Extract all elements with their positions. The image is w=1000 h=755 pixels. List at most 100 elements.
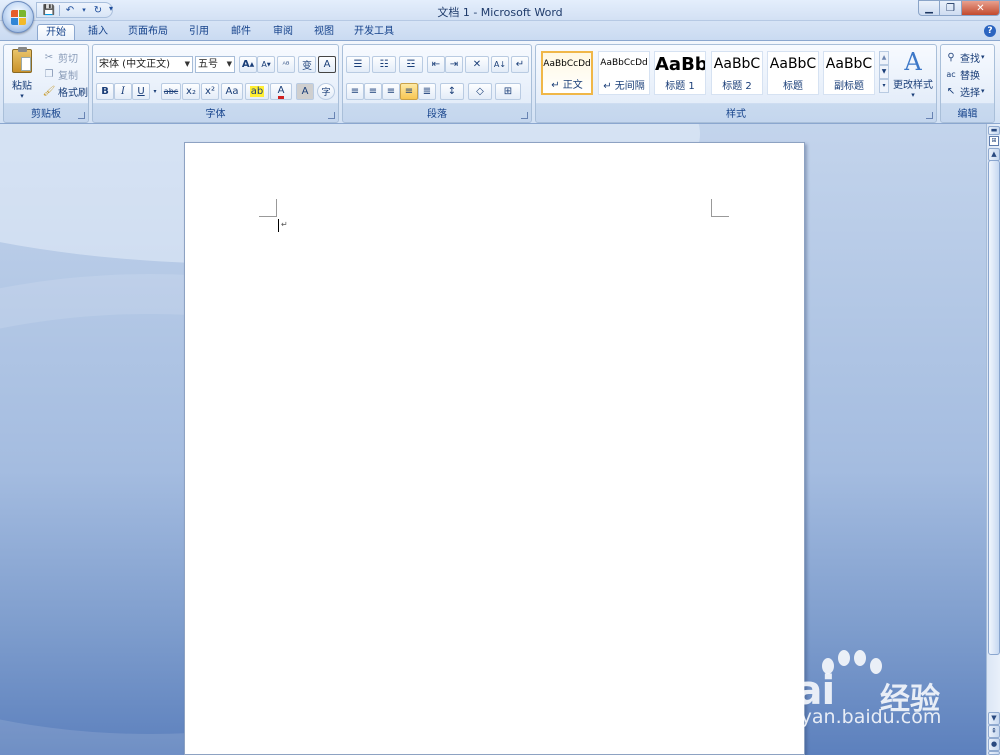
close-button[interactable]: ✕ [962,0,1000,16]
browse-object-icon[interactable]: ● [988,738,1000,751]
font-color-icon: A [277,85,285,99]
styles-group: AaBbCcDd ↵ 正文 AaBbCcDd ↵ 无间隔 AaBb 标题 1 A… [535,44,937,123]
chinese-layout-button[interactable]: ✕ [465,56,489,73]
style-name: ↵ 无间隔 [603,81,645,92]
previous-page-icon[interactable]: ⇞ [988,725,1000,738]
ruler-icon[interactable]: ⊞ [989,136,999,146]
change-case-button[interactable]: Aa [221,83,243,100]
grow-font-button[interactable]: A ▲ [239,56,257,73]
numbering-button[interactable]: ☷ [372,56,396,73]
paste-dropdown-icon[interactable]: ▾ [7,92,37,100]
underline-button[interactable]: U [132,83,150,100]
distribute-button[interactable]: ≣ [418,83,436,100]
scroll-down-icon[interactable]: ▼ [879,65,889,79]
scrollbar-thumb[interactable] [988,160,1000,655]
strikethrough-button[interactable]: abc [161,83,181,100]
multilevel-list-button[interactable]: ☲ [399,56,423,73]
font-color-button[interactable]: A [270,83,292,100]
align-right-button[interactable]: ≡ [382,83,400,100]
multilevel-list-icon: ☲ [406,59,416,70]
cut-button[interactable]: ✂ 剪切 [42,49,78,65]
borders-button[interactable]: ⊞ [495,83,521,100]
gallery-more-icon[interactable]: ▾ [879,79,889,93]
tab-references[interactable]: 引用 [180,24,218,41]
format-painter-button[interactable]: 🖌 格式刷 [42,83,88,99]
style-item-heading-1[interactable]: AaBb 标题 1 [654,51,706,95]
character-border-icon: A [323,59,331,70]
clear-format-button[interactable]: ᴬᴮ [277,56,295,73]
styles-launcher-icon[interactable] [926,112,933,119]
vertical-scrollbar[interactable]: ▬ ⊞ ▲ ▼ ⇞ ● [986,124,1000,755]
phonetic-guide-button[interactable]: 变 [298,56,316,73]
style-sample: AaBb [655,54,705,75]
style-item-title[interactable]: AaBbC 标题 [767,51,819,95]
show-marks-button[interactable]: ↵ [511,56,529,73]
highlight-button[interactable]: ab [245,83,269,100]
superscript-button[interactable]: x² [201,83,219,100]
minimize-button[interactable]: ▁ [918,0,940,16]
shrink-font-button[interactable]: A ▼ [257,56,275,73]
change-styles-label: 更改样式 [893,80,933,91]
scroll-down-icon[interactable]: ▼ [988,712,1000,725]
text-cursor [278,219,279,232]
styles-scroll: ▲ ▼ ▾ [879,51,889,95]
style-item-no-spacing[interactable]: AaBbCcDd ↵ 无间隔 [598,51,650,95]
replace-button[interactable]: ac 替换 [944,66,980,82]
office-button[interactable] [2,1,34,33]
underline-dropdown-icon[interactable]: ▾ [150,83,160,100]
bold-button[interactable]: B [96,83,114,100]
clipboard-launcher-icon[interactable] [78,112,85,119]
center-button[interactable]: ≡ [364,83,382,100]
style-item-subtitle[interactable]: AaBbC 副标题 [823,51,875,95]
cursor-icon: ↖ [946,85,956,97]
tab-home[interactable]: 开始 [37,24,75,41]
restore-button[interactable]: ❐ [940,0,962,16]
character-border-button[interactable]: A [318,56,336,73]
enclose-characters-button[interactable]: 字 [317,83,335,100]
copy-button[interactable]: ❐ 复制 [42,66,78,82]
font-name-select[interactable]: 宋体 (中文正文) ▼ [96,56,193,73]
decrease-indent-icon: ⇤ [431,59,441,70]
scroll-up-icon[interactable]: ▲ [879,51,889,65]
tab-view[interactable]: 视图 [306,24,342,41]
style-item-normal[interactable]: AaBbCcDd ↵ 正文 [541,51,593,95]
font-name-value: 宋体 (中文正文) [99,59,170,70]
copy-icon: ❐ [44,68,54,80]
increase-indent-button[interactable]: ⇥ [445,56,463,73]
help-icon[interactable]: ? [984,25,996,37]
align-left-button[interactable]: ≡ [346,83,364,100]
borders-icon: ⊞ [503,86,513,97]
document-page[interactable] [184,142,805,755]
up-arrow-icon: ▲ [249,61,255,68]
grow-font-icon: A [241,59,250,70]
decrease-indent-button[interactable]: ⇤ [427,56,445,73]
italic-icon: I [121,86,125,97]
tab-mailings[interactable]: 邮件 [222,24,260,41]
italic-button[interactable]: I [114,83,132,100]
paragraph-mark-icon: ↵ [515,59,525,70]
subscript-button[interactable]: x₂ [182,83,200,100]
character-shading-button[interactable]: A [296,83,314,100]
select-button[interactable]: ↖ 选择 ▾ [944,83,985,99]
split-handle-icon[interactable]: ▬ [988,126,1000,135]
line-spacing-button[interactable]: ↕ [440,83,464,100]
tab-developer[interactable]: 开发工具 [348,24,400,41]
font-launcher-icon[interactable] [328,112,335,119]
font-size-select[interactable]: 五号 ▼ [195,56,235,73]
change-styles-button[interactable]: A 更改样式 ▾ [892,48,934,106]
find-button[interactable]: ⚲ 查找 ▾ [944,49,984,65]
next-page-icon[interactable] [988,751,1000,755]
justify-icon: ≡ [404,86,414,97]
tab-review[interactable]: 审阅 [264,24,302,41]
shading-button[interactable]: ◇ [468,83,492,100]
paste-button[interactable]: 粘贴 ▾ [7,47,37,105]
line-spacing-icon: ↕ [447,86,457,97]
bold-icon: B [101,86,109,97]
tab-page-layout[interactable]: 页面布局 [122,24,174,41]
style-item-heading-2[interactable]: AaBbC 标题 2 [711,51,763,95]
paragraph-launcher-icon[interactable] [521,112,528,119]
bullets-button[interactable]: ☰ [346,56,370,73]
sort-button[interactable]: A↓ [491,56,509,73]
justify-button[interactable]: ≡ [400,83,418,100]
tab-insert[interactable]: 插入 [80,24,116,41]
